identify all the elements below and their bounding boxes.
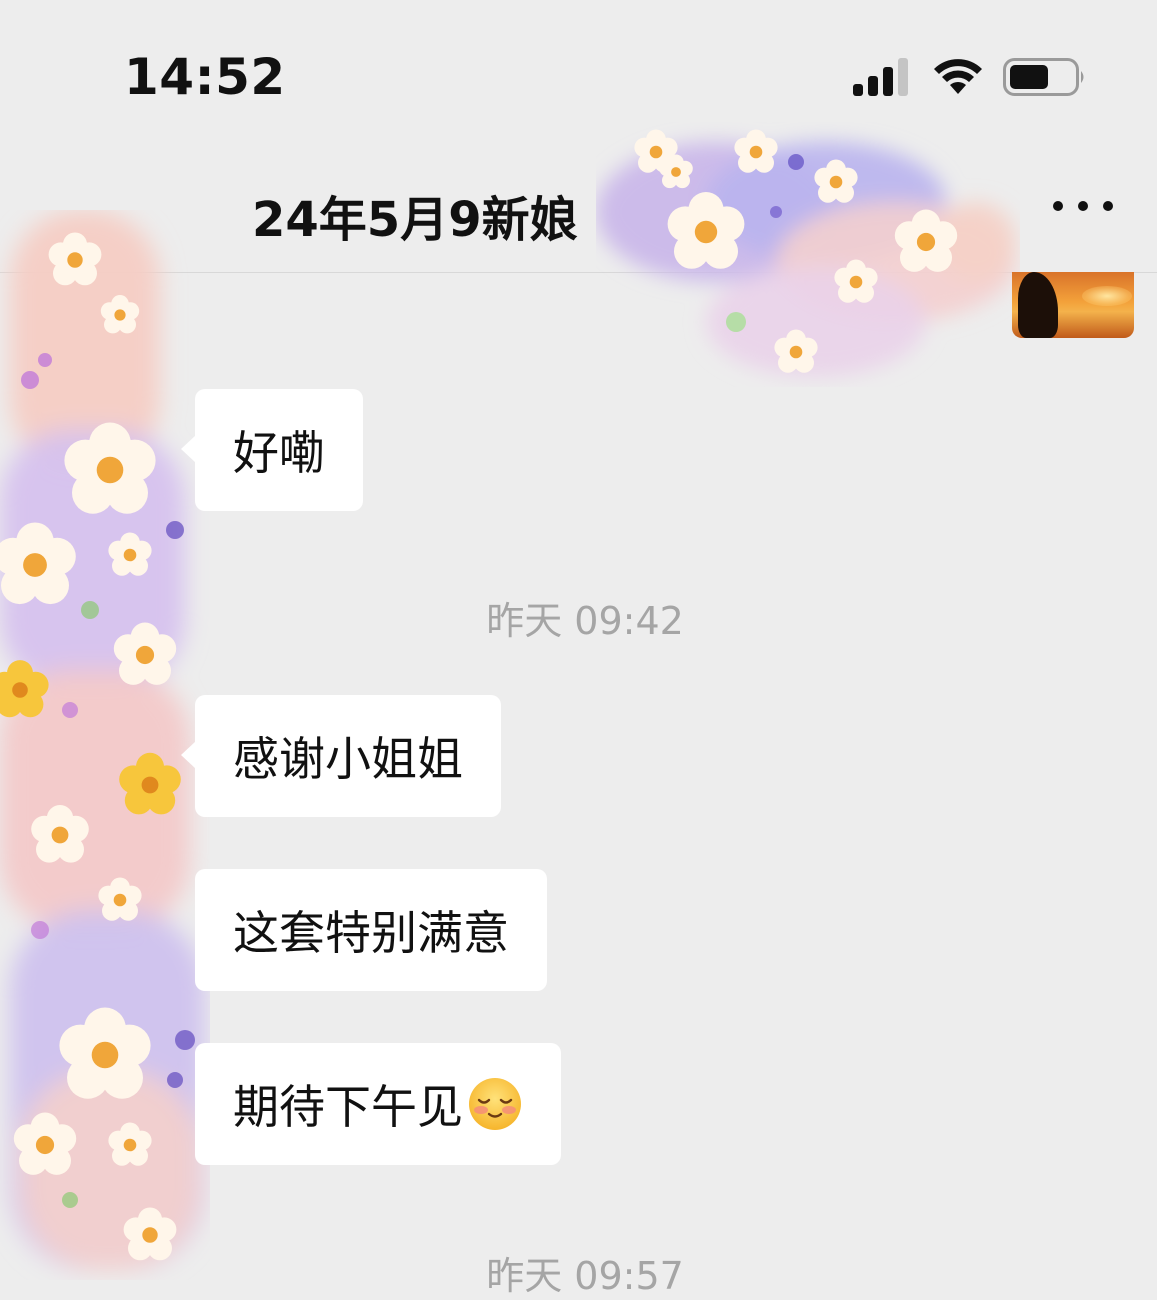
message-bubble[interactable]: 这套特别满意 bbox=[195, 869, 547, 991]
status-bar: 14:52 bbox=[0, 0, 1157, 140]
more-dot-icon bbox=[1053, 201, 1063, 211]
relieved-face-icon bbox=[469, 1078, 521, 1130]
more-options-button[interactable] bbox=[1053, 186, 1113, 226]
message-bubble[interactable]: 好嘞 bbox=[181, 389, 363, 511]
message-text: 这套特别满意 bbox=[233, 906, 509, 960]
chat-title: 24年5月9新娘 bbox=[252, 192, 578, 248]
battery-icon bbox=[1003, 58, 1084, 96]
message-bubble[interactable]: 感谢小姐姐 bbox=[181, 695, 501, 817]
floral-sticker-overlay-left bbox=[0, 210, 205, 1270]
more-dot-icon bbox=[1103, 201, 1113, 211]
message-text: 感谢小姐姐 bbox=[233, 732, 463, 786]
wifi-icon bbox=[934, 59, 982, 94]
more-dot-icon bbox=[1078, 201, 1088, 211]
message-timestamp: 昨天 09:42 bbox=[486, 599, 684, 643]
message-text: 期待下午见 bbox=[233, 1080, 463, 1134]
chat-header: 24年5月9新娘 bbox=[0, 140, 1157, 273]
status-icons bbox=[853, 56, 1093, 100]
cellular-signal-icon bbox=[853, 58, 908, 96]
avatar[interactable] bbox=[1012, 272, 1134, 338]
message-text: 好嘞 bbox=[233, 426, 325, 480]
message-timestamp: 昨天 09:57 bbox=[486, 1254, 684, 1298]
status-time: 14:52 bbox=[124, 48, 286, 106]
message-bubble[interactable]: 期待下午见 bbox=[195, 1043, 561, 1165]
